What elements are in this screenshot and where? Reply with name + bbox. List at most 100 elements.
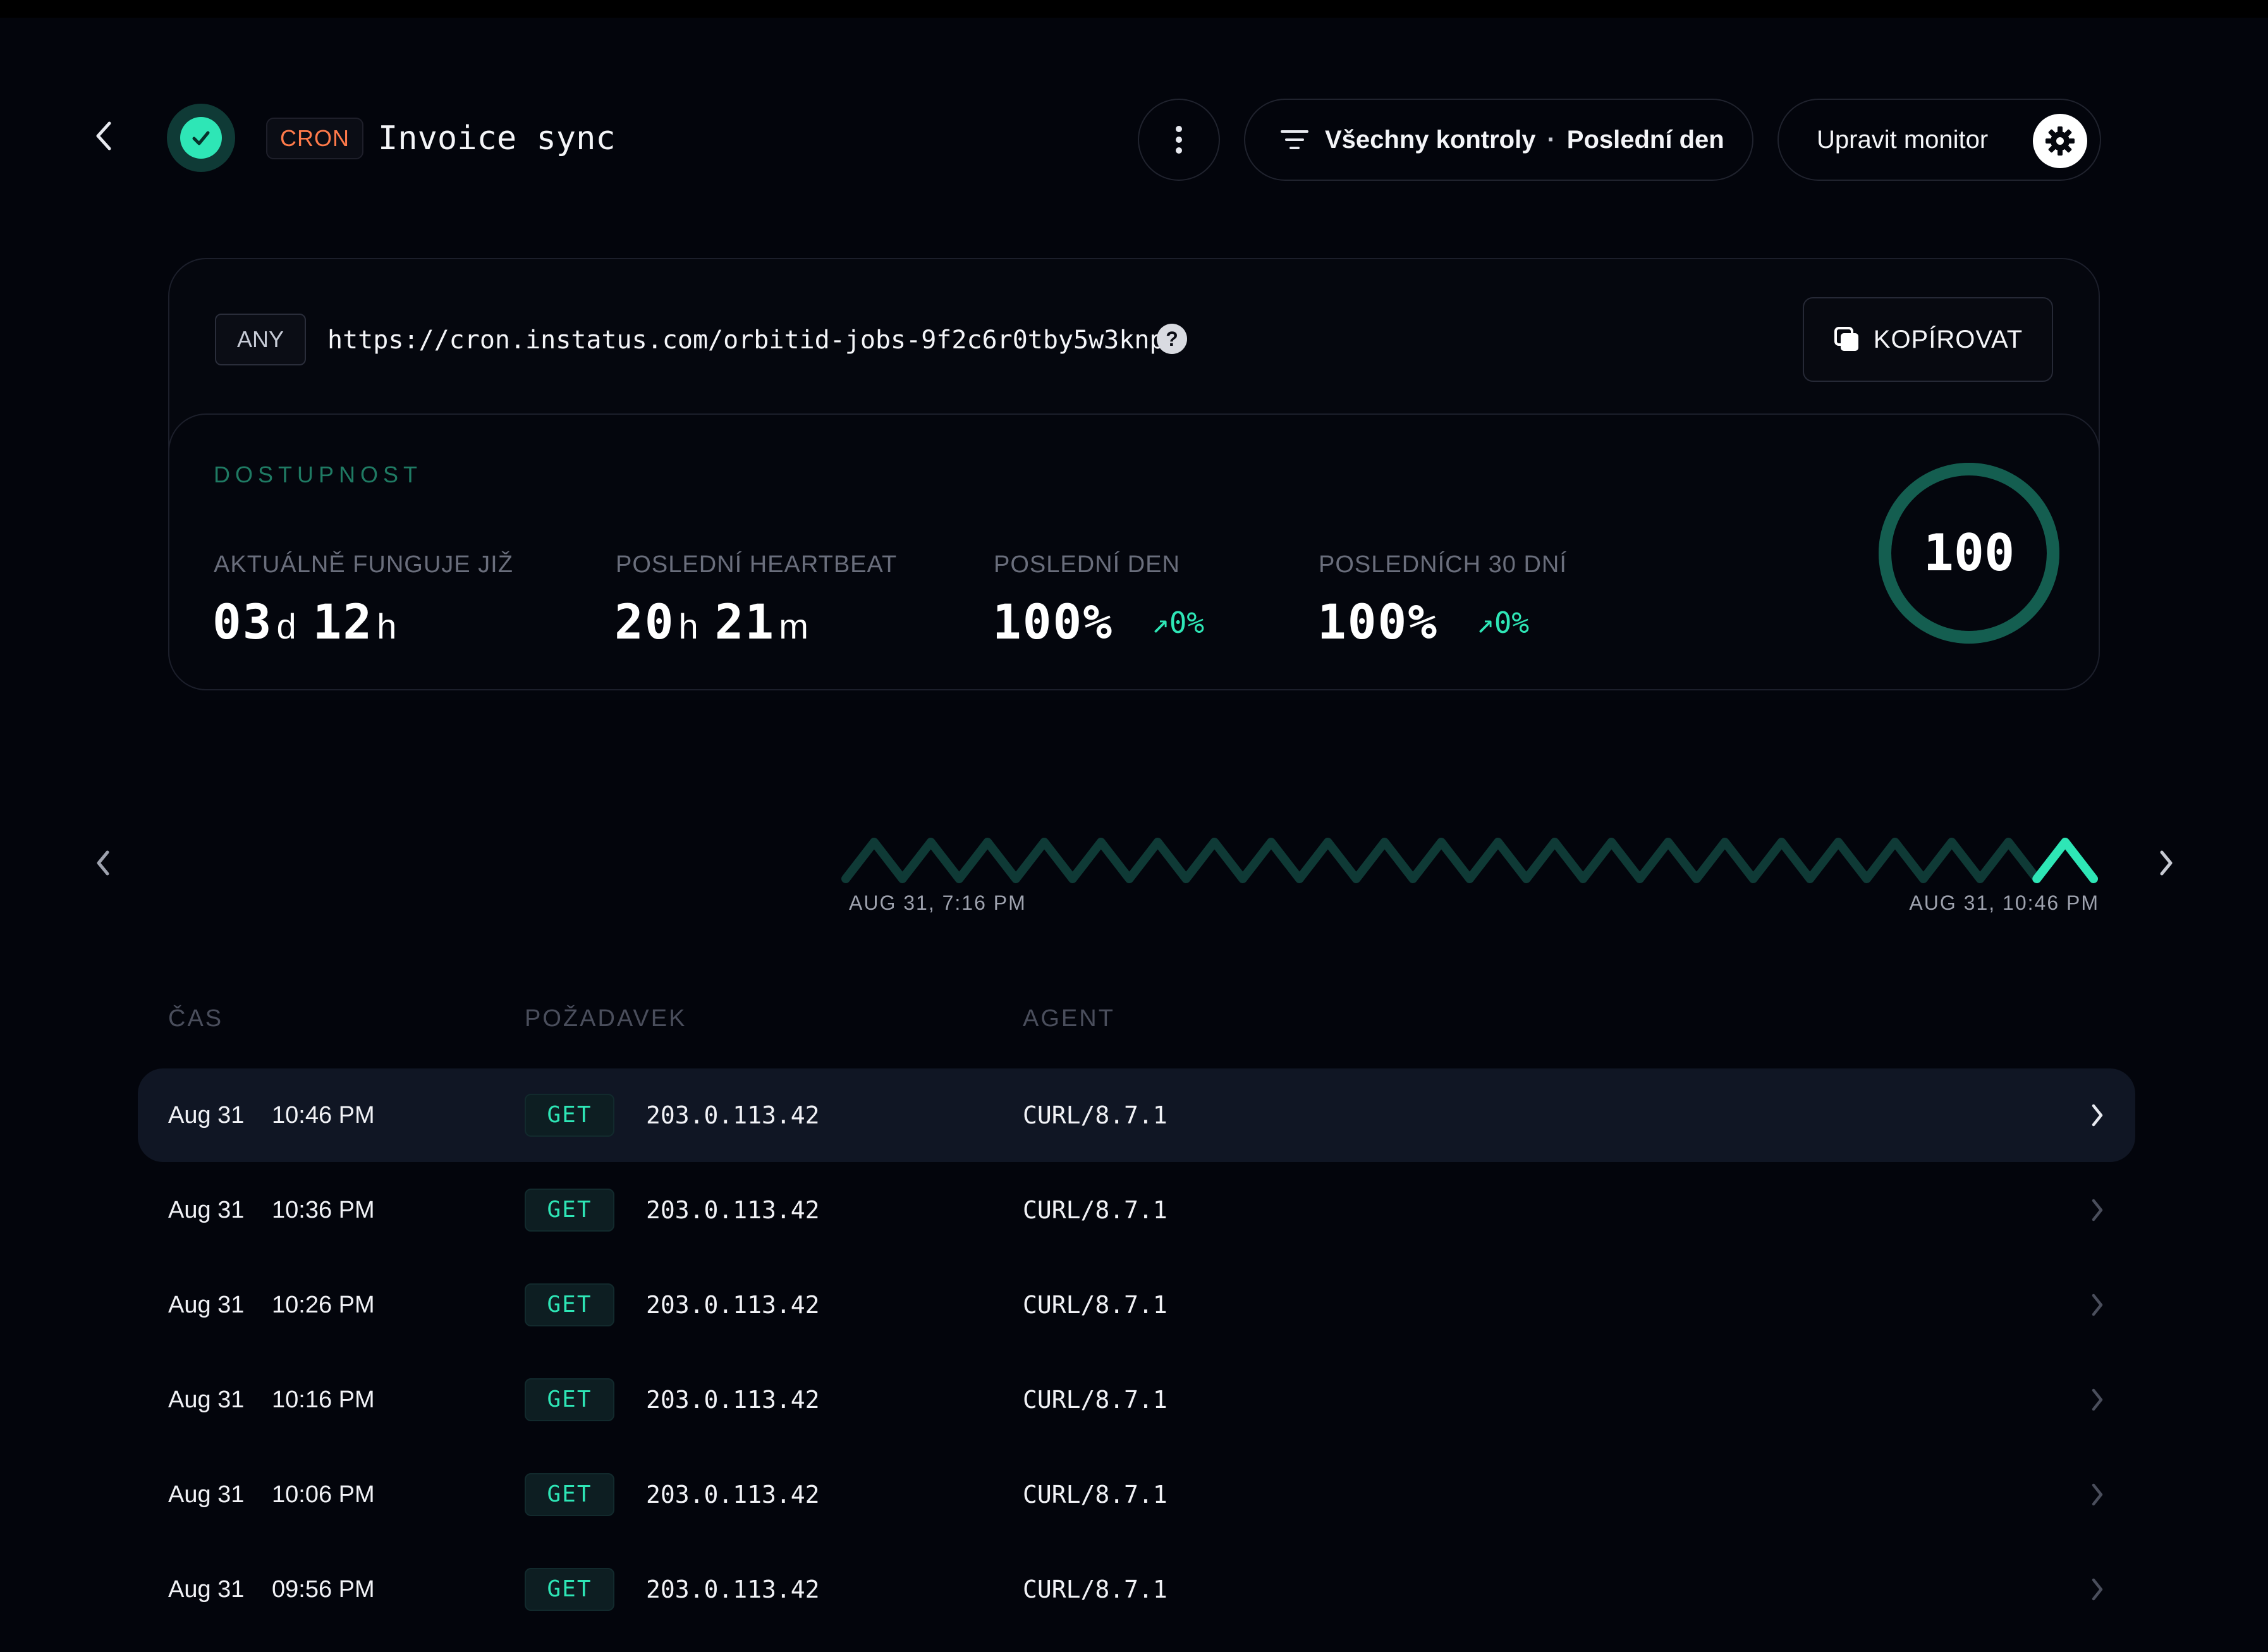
filter-checks-label: Všechny kontroly [1325, 125, 1536, 154]
row-ip: 203.0.113.42 [646, 1196, 820, 1224]
heartbeat-hours-unit: h [678, 606, 700, 646]
copy-label: KOPÍROVAT [1873, 325, 2023, 353]
timeline-end-label: AUG 31, 10:46 PM [1909, 891, 2099, 914]
row-method-badge: GET [525, 1189, 614, 1232]
row-method-badge: GET [525, 1094, 614, 1137]
chevron-right-icon [2160, 850, 2173, 876]
column-header-time: ČAS [168, 1005, 224, 1032]
filter-button[interactable]: Všechny kontroly · Poslední den [1244, 99, 1753, 181]
check-icon [180, 117, 222, 159]
row-ip: 203.0.113.42 [646, 1101, 820, 1129]
row-method-badge: GET [525, 1473, 614, 1516]
row-agent: CURL/8.7.1 [1023, 1101, 1168, 1129]
uptime-label: AKTUÁLNĚ FUNGUJE JIŽ [214, 551, 513, 578]
uptime-hours-unit: h [377, 606, 398, 646]
row-date: Aug 31 [168, 1481, 245, 1508]
heartbeat-timeline[interactable] [841, 828, 2099, 891]
copy-icon [1834, 327, 1858, 351]
row-ip: 203.0.113.42 [646, 1386, 820, 1414]
last-30-days-value: 100% [1317, 594, 1439, 650]
row-time: 10:06 PM [272, 1481, 375, 1508]
heartbeat-hours: 20 [614, 594, 675, 650]
chevron-right-icon [2078, 1191, 2116, 1229]
uptime-hours: 12 [312, 594, 374, 650]
row-time: 10:46 PM [272, 1102, 375, 1129]
arrow-up-right-icon: ↗ [1477, 606, 1494, 640]
uptime-days-unit: d [276, 606, 298, 646]
row-date: Aug 31 [168, 1386, 245, 1413]
chevron-right-icon [2078, 1476, 2116, 1514]
last-day-delta: ↗0% [1152, 606, 1204, 640]
last-heartbeat-label: POSLEDNÍ HEARTBEAT [616, 551, 898, 578]
chevron-right-icon [2078, 1381, 2116, 1419]
row-date: Aug 31 [168, 1292, 245, 1318]
filter-icon [1281, 130, 1308, 149]
last-day-label: POSLEDNÍ DEN [994, 551, 1180, 578]
row-agent: CURL/8.7.1 [1023, 1481, 1168, 1508]
row-agent: CURL/8.7.1 [1023, 1291, 1168, 1319]
last-30-days-label: POSLEDNÍCH 30 DNÍ [1319, 551, 1567, 578]
row-time: 10:16 PM [272, 1386, 375, 1413]
row-ip: 203.0.113.42 [646, 1576, 820, 1603]
row-method-badge: GET [525, 1568, 614, 1611]
availability-score: 100 [1923, 523, 2015, 582]
arrow-up-right-icon: ↗ [1152, 606, 1169, 640]
page-title: Invoice sync [378, 119, 616, 157]
row-time: 09:56 PM [272, 1576, 375, 1603]
table-row[interactable]: Aug 31 10:36 PM GET 203.0.113.42 CURL/8.7.1 [138, 1163, 2135, 1257]
timeline-next-button[interactable] [2147, 841, 2185, 885]
last-30-days-delta: ↗0% [1477, 606, 1529, 640]
table-row[interactable]: Aug 31 09:56 PM GET 203.0.113.42 CURL/8.7.1 [138, 1543, 2135, 1636]
table-row[interactable]: Aug 31 10:06 PM GET 203.0.113.42 CURL/8.7.1 [138, 1448, 2135, 1541]
edit-monitor-label: Upravit monitor [1817, 125, 1989, 154]
column-header-request: POŽADAVEK [525, 1005, 687, 1032]
row-agent: CURL/8.7.1 [1023, 1576, 1168, 1603]
timeline-prev-button[interactable] [85, 841, 123, 885]
method-badge: ANY [215, 314, 306, 365]
chevron-left-icon [96, 121, 111, 150]
last-day-value: 100% [992, 594, 1114, 650]
kebab-menu-icon [1176, 126, 1182, 154]
chevron-right-icon [2078, 1570, 2116, 1608]
chevron-right-icon [2078, 1096, 2116, 1134]
table-row[interactable]: Aug 31 10:16 PM GET 203.0.113.42 CURL/8.7.1 [138, 1353, 2135, 1447]
last-heartbeat-value: 20 h 21 m [614, 590, 825, 654]
monitor-type-badge: CRON [266, 118, 363, 159]
more-options-button[interactable] [1138, 99, 1220, 181]
chevron-left-icon [97, 850, 109, 876]
row-method-badge: GET [525, 1378, 614, 1421]
copy-url-button[interactable]: KOPÍROVAT [1803, 297, 2053, 382]
row-time: 10:26 PM [272, 1292, 375, 1318]
window-top-strip [0, 0, 2268, 18]
row-agent: CURL/8.7.1 [1023, 1386, 1168, 1414]
heartbeat-minutes: 21 [714, 594, 776, 650]
table-row[interactable]: Aug 31 10:26 PM GET 203.0.113.42 CURL/8.7.1 [138, 1258, 2135, 1352]
row-agent: CURL/8.7.1 [1023, 1196, 1168, 1224]
availability-title: DOSTUPNOST [214, 462, 423, 487]
back-button[interactable] [85, 114, 123, 158]
filter-period-label: Poslední den [1566, 125, 1724, 154]
chevron-right-icon [2078, 1286, 2116, 1324]
timeline-start-label: AUG 31, 7:16 PM [849, 891, 1027, 914]
availability-score-ring: 100 [1875, 459, 2063, 647]
row-date: Aug 31 [168, 1102, 245, 1129]
column-header-agent: AGENT [1023, 1005, 1115, 1032]
last-30-days-delta-value: 0% [1494, 606, 1530, 640]
uptime-value: 03 d 12 h [212, 590, 413, 654]
row-ip: 203.0.113.42 [646, 1291, 820, 1319]
filter-separator: · [1547, 125, 1556, 154]
heartbeat-minutes-unit: m [779, 606, 810, 646]
row-method-badge: GET [525, 1283, 614, 1326]
heartbeat-url[interactable]: https://cron.instatus.com/orbitid-jobs-9… [327, 321, 1165, 359]
edit-monitor-button[interactable]: Upravit monitor [1777, 99, 2101, 181]
help-icon[interactable]: ? [1157, 324, 1187, 354]
last-day-delta-value: 0% [1169, 606, 1205, 640]
row-ip: 203.0.113.42 [646, 1481, 820, 1508]
status-indicator [167, 104, 235, 172]
gear-icon [2033, 114, 2087, 168]
row-time: 10:36 PM [272, 1197, 375, 1223]
row-date: Aug 31 [168, 1576, 245, 1603]
uptime-days: 03 [212, 594, 273, 650]
table-row[interactable]: Aug 31 10:46 PM GET 203.0.113.42 CURL/8.7.1 [138, 1068, 2135, 1162]
row-date: Aug 31 [168, 1197, 245, 1223]
